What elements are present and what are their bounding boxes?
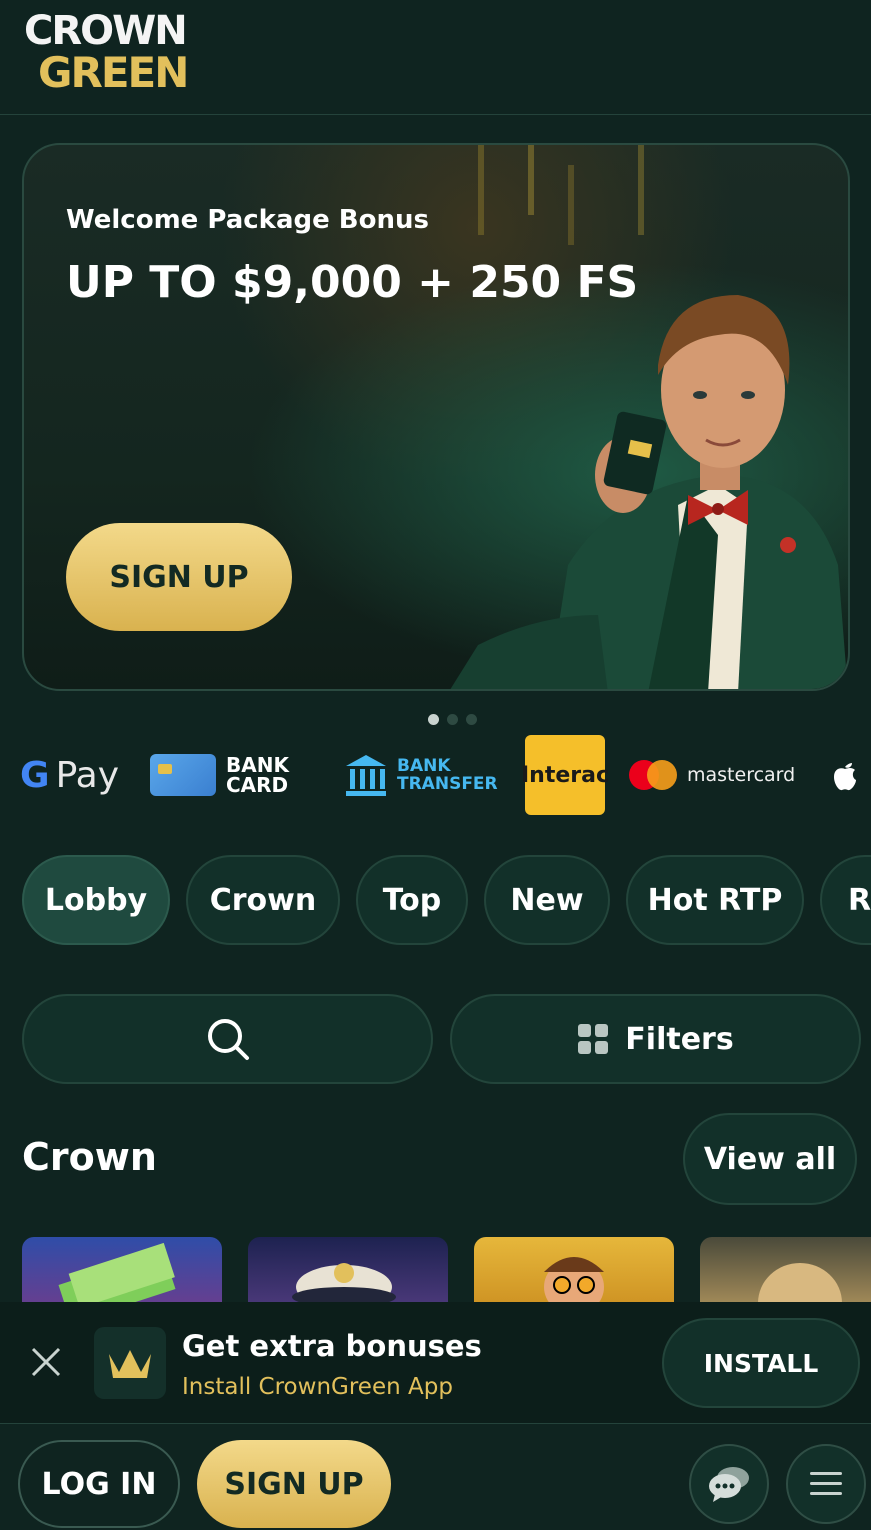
crowngreen-logo[interactable]: CROWN GREEN: [24, 8, 214, 98]
menu-button[interactable]: [786, 1444, 866, 1524]
view-all-button[interactable]: View all: [683, 1113, 857, 1205]
carousel-dot[interactable]: [428, 714, 439, 725]
carousel-dot[interactable]: [466, 714, 477, 725]
mastercard-logo: mastercard: [629, 734, 795, 816]
tab-next[interactable]: R: [820, 855, 871, 945]
google-pay-logo: G Pay: [20, 734, 119, 816]
signup-button[interactable]: SIGN UP: [197, 1440, 391, 1528]
gpay-label: Pay: [55, 754, 120, 796]
tab-new[interactable]: New: [484, 855, 610, 945]
apple-icon: [834, 763, 856, 791]
game-thumbnail[interactable]: [22, 1237, 222, 1303]
app-icon: [94, 1327, 166, 1399]
filters-button[interactable]: Filters: [450, 994, 861, 1084]
interac-logo: Interac: [521, 734, 609, 816]
bank-transfer-line2: TRANSFER: [397, 774, 498, 794]
bank-card-line2: CARD: [226, 773, 289, 797]
section-title: Crown: [22, 1135, 157, 1179]
apple-pay-icon: [830, 734, 860, 816]
bank-card-line1: BANK: [226, 753, 289, 777]
bank-transfer-line1: BANK: [397, 756, 451, 776]
category-tabs: Lobby Crown Top New Hot RTP R: [22, 855, 871, 945]
tab-lobby[interactable]: Lobby: [22, 855, 170, 945]
game-thumbnail[interactable]: [474, 1237, 674, 1303]
support-chat-button[interactable]: [689, 1444, 769, 1524]
bank-transfer-logo: BANK TRANSFER: [343, 734, 498, 816]
banner-subtitle: Install CrownGreen App: [182, 1374, 453, 1400]
close-icon[interactable]: [28, 1344, 64, 1380]
interac-badge: Interac: [521, 735, 609, 815]
bank-building-icon: [346, 755, 386, 796]
bonus-title: UP TO $9,000 + 250 FS: [66, 257, 639, 308]
hero-character-illustration: [450, 145, 848, 689]
tab-top[interactable]: Top: [356, 855, 468, 945]
filters-label: Filters: [625, 1021, 734, 1057]
banner-title: Get extra bonuses: [182, 1329, 482, 1363]
logo-line-2: GREEN: [38, 48, 189, 97]
carousel-dot[interactable]: [447, 714, 458, 725]
mastercard-label: mastercard: [687, 764, 796, 786]
top-header: CROWN GREEN: [0, 0, 871, 115]
tab-crown[interactable]: Crown: [186, 855, 340, 945]
hamburger-icon: [810, 1472, 842, 1495]
game-thumbnail[interactable]: [248, 1237, 448, 1303]
search-icon: [207, 1019, 249, 1060]
bonus-subtitle: Welcome Package Bonus: [66, 205, 429, 235]
money-stack-art: [58, 1242, 176, 1303]
carousel-indicator: [428, 714, 477, 725]
search-button[interactable]: [22, 994, 433, 1084]
crown-icon: [109, 1350, 151, 1378]
mastercard-circles-icon: [629, 760, 679, 790]
welcome-bonus-banner[interactable]: Welcome Package Bonus UP TO $9,000 + 250…: [22, 143, 850, 691]
games-row: [22, 1237, 871, 1303]
google-g-icon: G: [20, 754, 50, 796]
payment-methods-strip: G Pay BANK CARD BANK TRANSFER Interac ma…: [0, 734, 871, 816]
chat-icon: [709, 1467, 749, 1502]
bottom-action-bar: LOG IN SIGN UP: [0, 1424, 871, 1530]
credit-card-icon: [150, 754, 216, 796]
game-thumbnail[interactable]: [700, 1237, 871, 1303]
character-art: [544, 1257, 604, 1303]
portrait-art: [758, 1263, 842, 1303]
bank-card-logo: BANK CARD: [150, 734, 289, 816]
captain-hat-art: [292, 1263, 396, 1303]
grid-icon: [578, 1024, 609, 1054]
tab-hot-rtp[interactable]: Hot RTP: [626, 855, 804, 945]
login-button[interactable]: LOG IN: [18, 1440, 180, 1528]
install-button[interactable]: INSTALL: [662, 1318, 860, 1408]
hero-signup-button[interactable]: SIGN UP: [66, 523, 292, 631]
